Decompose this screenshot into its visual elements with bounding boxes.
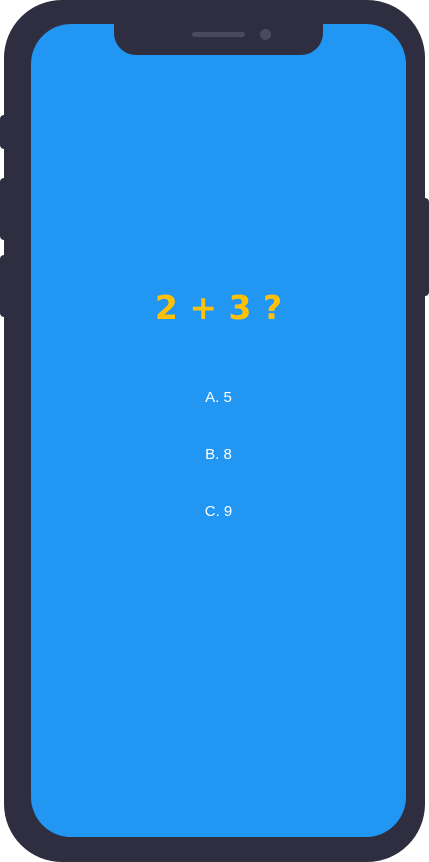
answer-options: A. 5 B. 8 C. 9: [31, 369, 406, 540]
phone-frame: 2 + 3 ? A. 5 B. 8 C. 9: [4, 0, 425, 862]
answer-option-c[interactable]: C. 9: [159, 483, 279, 540]
front-camera-icon: [260, 29, 271, 40]
quiz-question: 2 + 3 ?: [154, 288, 283, 327]
speaker-grille-icon: [192, 32, 245, 37]
answer-option-a[interactable]: A. 5: [159, 369, 279, 426]
answer-option-b[interactable]: B. 8: [159, 426, 279, 483]
notch: [114, 24, 323, 55]
app-screen: 2 + 3 ? A. 5 B. 8 C. 9: [31, 24, 406, 837]
